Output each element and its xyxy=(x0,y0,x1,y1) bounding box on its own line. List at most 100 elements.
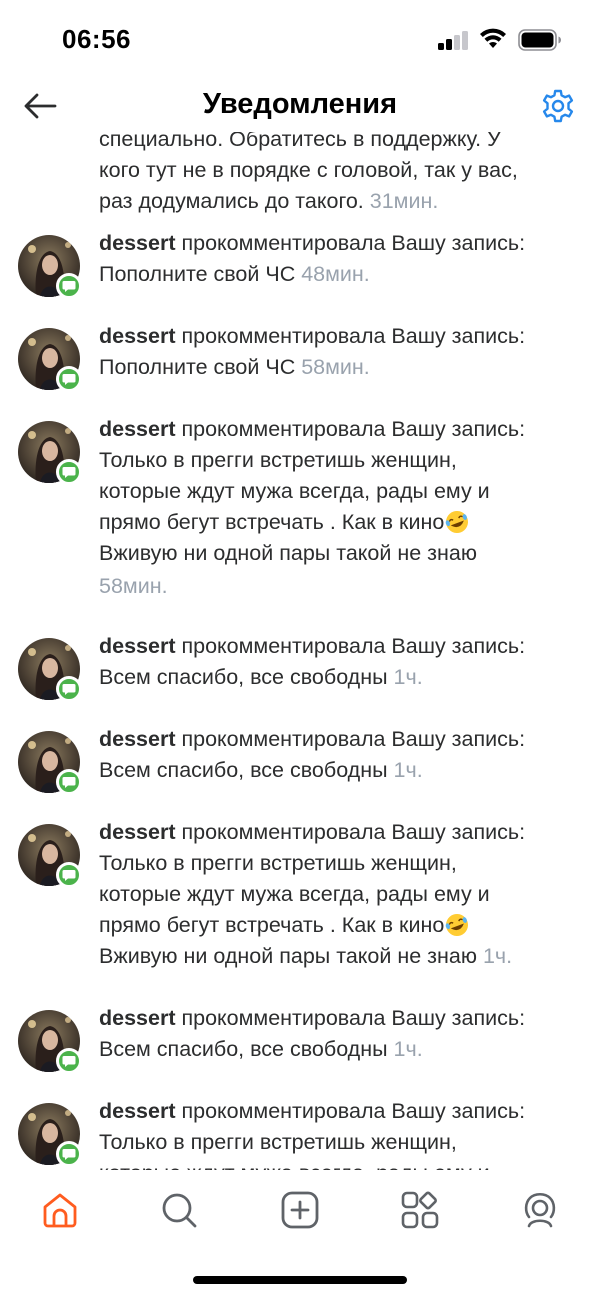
comment-badge-icon xyxy=(56,769,82,795)
comment-line: Всем спасибо, все свободны 1ч. xyxy=(99,758,423,782)
notification-time: 1ч. xyxy=(393,665,423,689)
notification-item[interactable]: dessert прокомментировала Вашу запись: Вс… xyxy=(0,631,600,724)
comment-line: Пополните свой ЧС 58мин. xyxy=(99,355,370,379)
tab-add-post[interactable] xyxy=(278,1188,322,1232)
notification-item[interactable]: dessert прокомментировала Вашу запись: Вс… xyxy=(0,724,600,817)
action-text: прокомментировала Вашу запись: xyxy=(175,231,526,255)
action-text: прокомментировала Вашу запись: xyxy=(175,1099,526,1123)
notification-text: dessert прокомментировала Вашу запись: По… xyxy=(99,228,584,290)
rofl-emoji-icon xyxy=(444,912,471,937)
bottom-tab-bar xyxy=(0,1170,600,1297)
notification-text: dessert прокомментировала Вашу запись: То… xyxy=(99,1096,584,1170)
rofl-emoji-icon xyxy=(444,509,471,534)
settings-button[interactable] xyxy=(538,86,578,126)
wifi-icon xyxy=(478,26,508,50)
home-indicator xyxy=(193,1276,407,1284)
author-name[interactable]: dessert xyxy=(99,231,176,255)
notification-time: 1ч. xyxy=(393,758,423,782)
search-icon xyxy=(162,1193,197,1228)
notification-list: dessert прокомментировала Вашу запись: По… xyxy=(0,228,600,1170)
avatar[interactable] xyxy=(18,1103,82,1167)
comment-line: которые ждут мужа всегда, рады ему и xyxy=(99,479,490,503)
notification-item-partial[interactable]: специально. Обратитесь в поддержку. У ко… xyxy=(0,118,600,228)
notifications-feed[interactable]: специально. Обратитесь в поддержку. У ко… xyxy=(0,80,600,1170)
comment-line: кого тут не в порядке с головой, так у в… xyxy=(99,158,518,182)
comment-line: которые ждут мужа всегда, рады ему и xyxy=(99,1158,584,1170)
tab-search[interactable] xyxy=(157,1188,201,1232)
tab-home[interactable] xyxy=(38,1188,82,1232)
notification-text: специально. Обратитесь в поддержку. У ко… xyxy=(99,124,584,217)
action-text: прокомментировала Вашу запись: xyxy=(175,634,526,658)
comment-badge-icon xyxy=(56,366,82,392)
comment-badge-icon xyxy=(56,676,82,702)
page-title: Уведомления xyxy=(202,88,398,120)
tab-services[interactable] xyxy=(398,1188,442,1232)
notification-item[interactable]: dessert прокомментировала Вашу запись: По… xyxy=(0,321,600,414)
notification-time: 1ч. xyxy=(482,944,513,968)
action-text: прокомментировала Вашу запись: xyxy=(175,417,526,441)
add-post-icon xyxy=(281,1191,319,1229)
comment-badge-icon xyxy=(56,1048,82,1074)
avatar[interactable] xyxy=(18,235,82,299)
action-text: прокомментировала Вашу запись: xyxy=(175,727,526,751)
notification-item[interactable]: dessert прокомментировала Вашу запись: По… xyxy=(0,228,600,321)
author-name[interactable]: dessert xyxy=(99,820,176,844)
services-icon xyxy=(401,1191,439,1229)
notification-time: 31мин. xyxy=(369,189,439,213)
comment-line: прямо бегут встречать . Как в кино xyxy=(99,507,584,538)
author-name[interactable]: dessert xyxy=(99,634,176,658)
author-name[interactable]: dessert xyxy=(99,324,176,348)
notification-header: dessert прокомментировала Вашу запись: xyxy=(99,321,584,352)
comment-badge-icon xyxy=(56,862,82,888)
author-name[interactable]: dessert xyxy=(99,1006,176,1030)
comment-badge-icon xyxy=(56,1141,82,1167)
avatar[interactable] xyxy=(18,638,82,702)
notification-item[interactable]: dessert прокомментировала Вашу запись: То… xyxy=(0,414,600,631)
author-name[interactable]: dessert xyxy=(99,417,176,441)
avatar[interactable] xyxy=(18,731,82,795)
tab-profile[interactable] xyxy=(518,1188,562,1232)
gear-icon xyxy=(542,89,574,123)
home-icon xyxy=(43,1193,77,1228)
action-text: прокомментировала Вашу запись: xyxy=(175,820,526,844)
notification-time: 1ч. xyxy=(393,1037,423,1061)
author-name[interactable]: dessert xyxy=(99,1099,176,1123)
comment-line: Пополните свой ЧС 48мин. xyxy=(99,262,370,286)
notification-header: dessert прокомментировала Вашу запись: xyxy=(99,414,584,445)
author-name[interactable]: dessert xyxy=(99,727,176,751)
avatar[interactable] xyxy=(18,421,82,485)
notification-text: dessert прокомментировала Вашу запись: Вс… xyxy=(99,724,584,786)
comment-line: которые ждут мужа всегда, рады ему и xyxy=(99,882,490,906)
avatar[interactable] xyxy=(18,1010,82,1074)
comment-badge-icon xyxy=(56,273,82,299)
notification-text: dessert прокомментировала Вашу запись: То… xyxy=(99,414,584,602)
notification-text: dessert прокомментировала Вашу запись: По… xyxy=(99,321,584,383)
comment-line: Вживую ни одной пары такой не знаю xyxy=(99,541,477,565)
comment-line: Всем спасибо, все свободны 1ч. xyxy=(99,665,423,689)
notification-item[interactable]: dessert прокомментировала Вашу запись: Вс… xyxy=(0,1003,600,1096)
status-bar: 06:56 xyxy=(0,0,600,80)
comment-line: 58мин. xyxy=(99,571,584,602)
notification-text: dessert прокомментировала Вашу запись: Вс… xyxy=(99,631,584,693)
comment-line: Только в прегги встретишь женщин, xyxy=(99,851,457,875)
notification-header: dessert прокомментировала Вашу запись: xyxy=(99,228,584,259)
notification-item[interactable]: dessert прокомментировала Вашу запись: То… xyxy=(0,1096,600,1170)
profile-icon xyxy=(524,1192,556,1228)
notification-header: dessert прокомментировала Вашу запись: xyxy=(99,724,584,755)
notification-header: dessert прокомментировала Вашу запись: xyxy=(99,817,584,848)
action-text: прокомментировала Вашу запись: xyxy=(175,324,526,348)
notification-time: 48мин. xyxy=(301,262,370,286)
comment-line: Только в прегги встретишь женщин, xyxy=(99,448,457,472)
notification-text: dessert прокомментировала Вашу запись: Вс… xyxy=(99,1003,584,1065)
notifications-screen: 06:56 Уведомления специально. Обратитесь… xyxy=(0,0,600,1297)
comment-line: раз додумались до такого. 31мин. xyxy=(99,189,439,213)
top-nav-bar: Уведомления xyxy=(0,80,600,132)
notification-time: 58мин. xyxy=(301,355,370,379)
notification-header: dessert прокомментировала Вашу запись: xyxy=(99,1096,584,1127)
avatar[interactable] xyxy=(18,824,82,888)
notification-item[interactable]: dessert прокомментировала Вашу запись: То… xyxy=(0,817,600,1003)
status-time: 06:56 xyxy=(62,24,131,54)
action-text: прокомментировала Вашу запись: xyxy=(175,1006,526,1030)
comment-badge-icon xyxy=(56,459,82,485)
avatar[interactable] xyxy=(18,328,82,392)
